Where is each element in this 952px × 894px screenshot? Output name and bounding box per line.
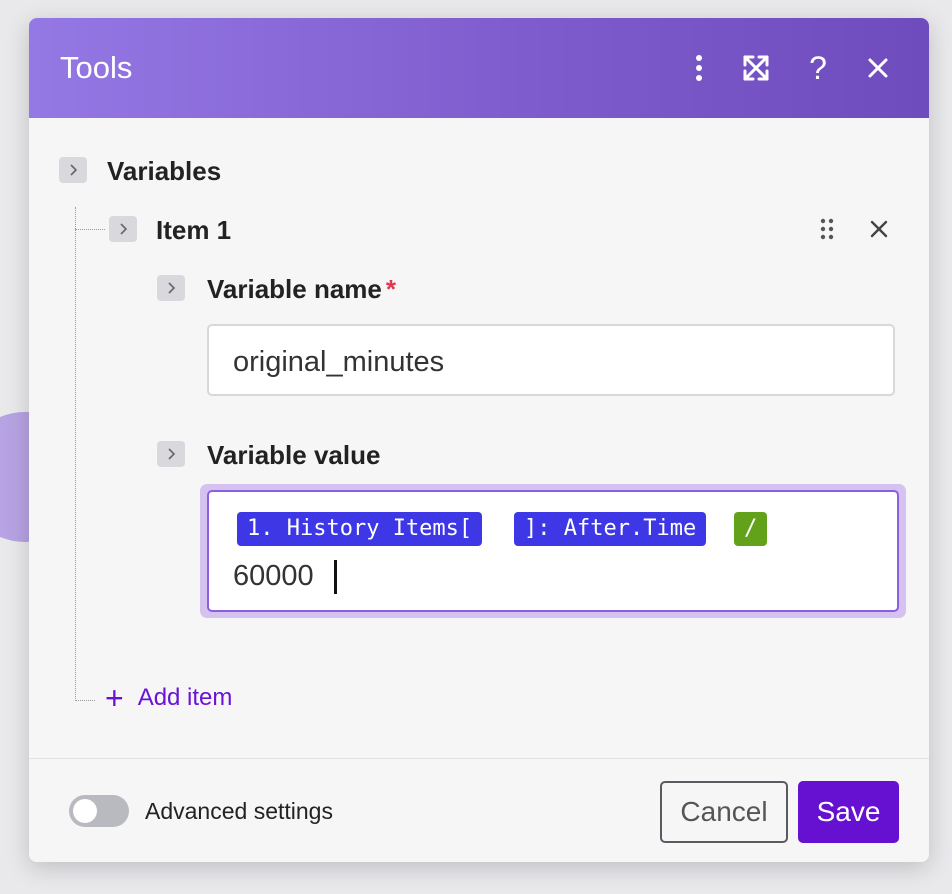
expand-button[interactable] xyxy=(736,48,776,88)
item-label: Item 1 xyxy=(156,215,232,245)
toggle-knob xyxy=(73,799,97,823)
advanced-settings-toggle[interactable] xyxy=(69,795,129,827)
item-collapse-toggle[interactable] xyxy=(109,216,137,242)
drag-handle[interactable] xyxy=(815,216,839,242)
dialog-footer: Advanced settings Cancel Save xyxy=(29,758,929,862)
chevron-right-icon xyxy=(168,448,176,460)
variable-name-value: original_minutes xyxy=(233,346,445,378)
save-button[interactable]: Save xyxy=(798,781,899,843)
close-icon xyxy=(868,58,888,78)
tree-connector-branch xyxy=(75,229,105,230)
close-button[interactable] xyxy=(858,48,898,88)
variable-name-label-text: Variable name xyxy=(207,274,382,304)
advanced-settings-label: Advanced settings xyxy=(145,798,333,824)
mapping-pill[interactable]: ]: After.Time xyxy=(514,512,707,546)
operator-pill[interactable]: / xyxy=(734,512,768,546)
chevron-right-icon xyxy=(120,223,128,235)
variable-value-label: Variable value xyxy=(207,440,381,470)
variable-value-input[interactable]: 1. History Items[ ]: After.Time / 60000 xyxy=(207,490,899,612)
help-button[interactable]: ? xyxy=(798,48,838,88)
tools-dialog: Tools ? Variables Item 1 Variable name *… xyxy=(29,18,929,862)
variable-name-help-toggle[interactable] xyxy=(157,275,185,301)
variables-collapse-toggle[interactable] xyxy=(59,157,87,183)
add-item-button[interactable]: + Add item xyxy=(105,680,233,716)
plus-icon: + xyxy=(105,680,124,716)
dialog-body: Variables Item 1 Variable name * origina… xyxy=(29,118,929,758)
help-icon: ? xyxy=(809,49,827,86)
required-mark: * xyxy=(385,274,397,304)
variable-name-input[interactable]: original_minutes xyxy=(207,324,895,396)
chevron-right-icon xyxy=(168,282,176,294)
tree-connector-branch xyxy=(75,700,95,701)
tree-connector-line xyxy=(75,207,76,699)
text-cursor xyxy=(334,560,337,594)
cancel-button[interactable]: Cancel xyxy=(660,781,788,843)
mapping-pill[interactable]: 1. History Items[ xyxy=(237,512,483,546)
variable-value-text: 60000 xyxy=(233,560,314,592)
drag-handle-icon xyxy=(820,218,834,240)
close-icon xyxy=(870,220,888,238)
remove-item-button[interactable] xyxy=(867,217,891,241)
variable-value-focus-ring: 1. History Items[ ]: After.Time / 60000 xyxy=(200,484,906,618)
chevron-right-icon xyxy=(70,164,78,176)
more-options-button[interactable] xyxy=(679,48,719,88)
variables-label: Variables xyxy=(107,156,222,186)
variable-value-help-toggle[interactable] xyxy=(157,441,185,467)
variable-name-label: Variable name * xyxy=(207,274,396,305)
expand-icon xyxy=(743,55,769,81)
dialog-header: Tools ? xyxy=(29,18,929,118)
dialog-title: Tools xyxy=(60,50,133,85)
add-item-label: Add item xyxy=(137,684,233,711)
more-vertical-icon xyxy=(696,55,702,81)
